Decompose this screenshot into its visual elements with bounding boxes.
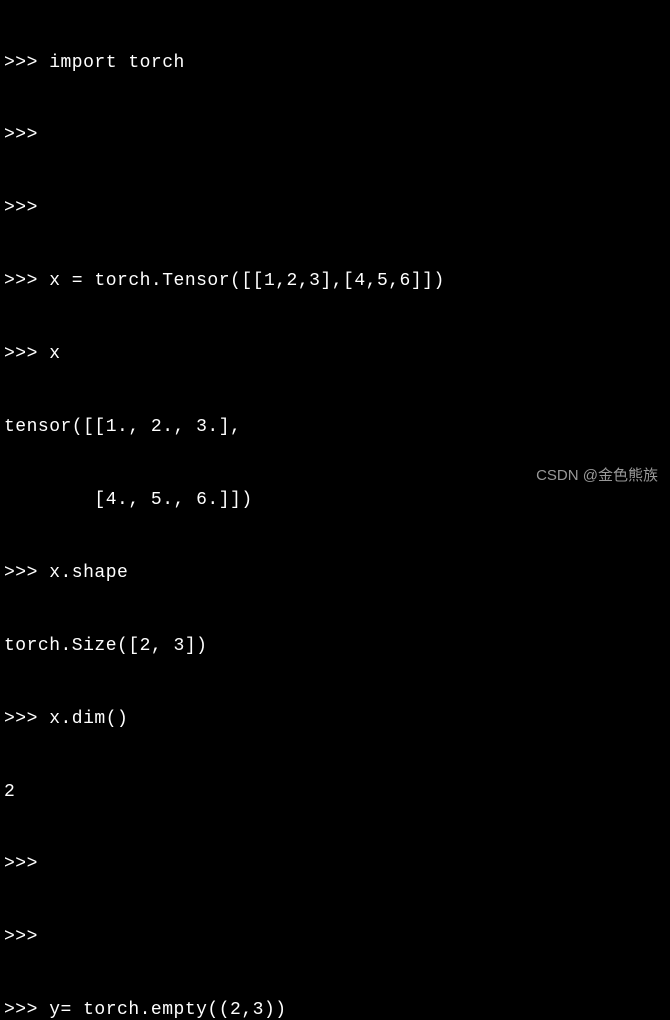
terminal-line: 2	[4, 780, 666, 804]
terminal-line: tensor([[1., 2., 3.],	[4, 415, 666, 439]
terminal-line: torch.Size([2, 3])	[4, 634, 666, 658]
terminal-line: >>> x = torch.Tensor([[1,2,3],[4,5,6]])	[4, 269, 666, 293]
terminal-line: >>> x	[4, 342, 666, 366]
terminal-line: >>>	[4, 123, 666, 147]
watermark-text: CSDN @金色熊族	[536, 466, 658, 486]
terminal-line: >>>	[4, 925, 666, 949]
terminal-line: >>>	[4, 196, 666, 220]
terminal-line: >>> x.dim()	[4, 707, 666, 731]
terminal-line: >>>	[4, 852, 666, 876]
terminal-line: [4., 5., 6.]])	[4, 488, 666, 512]
terminal-output[interactable]: >>> import torch >>> >>> >>> x = torch.T…	[4, 2, 666, 1020]
terminal-line: >>> import torch	[4, 51, 666, 75]
terminal-line: >>> x.shape	[4, 561, 666, 585]
terminal-line: >>> y= torch.empty((2,3))	[4, 998, 666, 1020]
